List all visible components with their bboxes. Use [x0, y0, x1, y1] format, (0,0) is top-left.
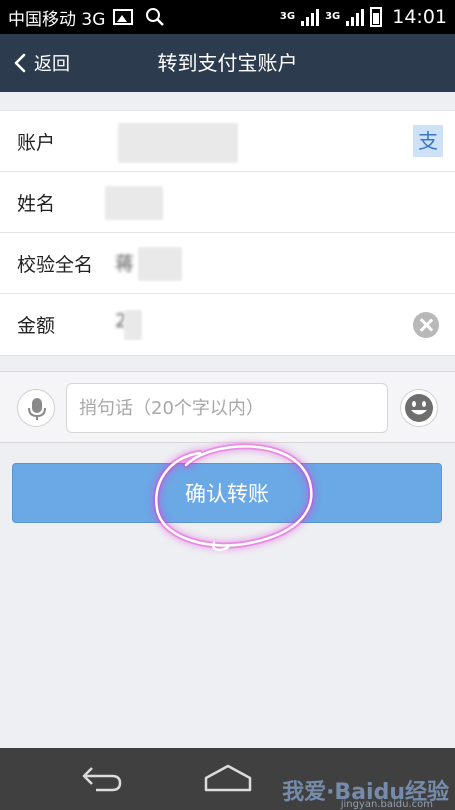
status-bar: 中国移动 3G 3G 3G 14:01: [0, 0, 455, 34]
system-nav-bar: 我爱·Baidu经验 jingyan.baidu.com: [0, 748, 455, 810]
amount-row[interactable]: 金额 2: [0, 294, 455, 355]
search-icon: [146, 8, 165, 26]
smiley-icon: [405, 394, 433, 422]
account-label: 账户: [17, 131, 56, 154]
amount-label: 金额: [17, 315, 56, 337]
watermark-logo: 我爱·Baidu经验: [282, 780, 449, 805]
contacts-icon-glyph: 支: [418, 129, 438, 153]
gallery-icon: [113, 9, 134, 25]
clock: 14:01: [392, 6, 447, 28]
amount-redacted: [124, 310, 142, 340]
verify-name-row[interactable]: 校验全名 蒋: [0, 233, 455, 294]
message-bar: [0, 371, 455, 443]
account-value-redacted: [118, 123, 238, 163]
name-row: 姓名: [0, 172, 455, 233]
nav-bar: 返回 转到支付宝账户: [0, 34, 455, 92]
message-input[interactable]: [66, 383, 388, 433]
confirm-transfer-button[interactable]: 确认转账: [12, 463, 442, 523]
back-label: 返回: [34, 54, 70, 75]
voice-button[interactable]: [17, 389, 55, 427]
signal-icon: [301, 8, 320, 26]
carrier-label: 中国移动 3G: [8, 9, 106, 30]
chevron-left-icon: [14, 53, 26, 73]
watermark-url: jingyan.baidu.com: [340, 799, 433, 810]
verify-name-value: 蒋: [115, 253, 135, 275]
emoji-button[interactable]: [400, 389, 438, 427]
network-type-label: 3G: [279, 11, 296, 22]
transfer-form: 账户 支 姓名 校验全名 蒋 金额 2: [0, 110, 455, 356]
back-nav-icon[interactable]: [78, 762, 126, 794]
signal-icon-2: [346, 8, 365, 26]
verify-name-label: 校验全名: [17, 253, 94, 276]
verify-name-redacted: [138, 247, 182, 281]
home-nav-icon[interactable]: [202, 762, 254, 794]
network-type-label-2: 3G: [325, 11, 341, 22]
back-button[interactable]: 返回: [14, 34, 70, 92]
clear-icon[interactable]: [413, 312, 439, 338]
battery-icon: [370, 7, 383, 27]
name-label: 姓名: [17, 192, 56, 215]
contacts-icon[interactable]: 支: [413, 125, 443, 157]
name-value-redacted: [105, 186, 163, 220]
account-row[interactable]: 账户 支: [0, 111, 455, 172]
microphone-icon: [28, 398, 46, 420]
